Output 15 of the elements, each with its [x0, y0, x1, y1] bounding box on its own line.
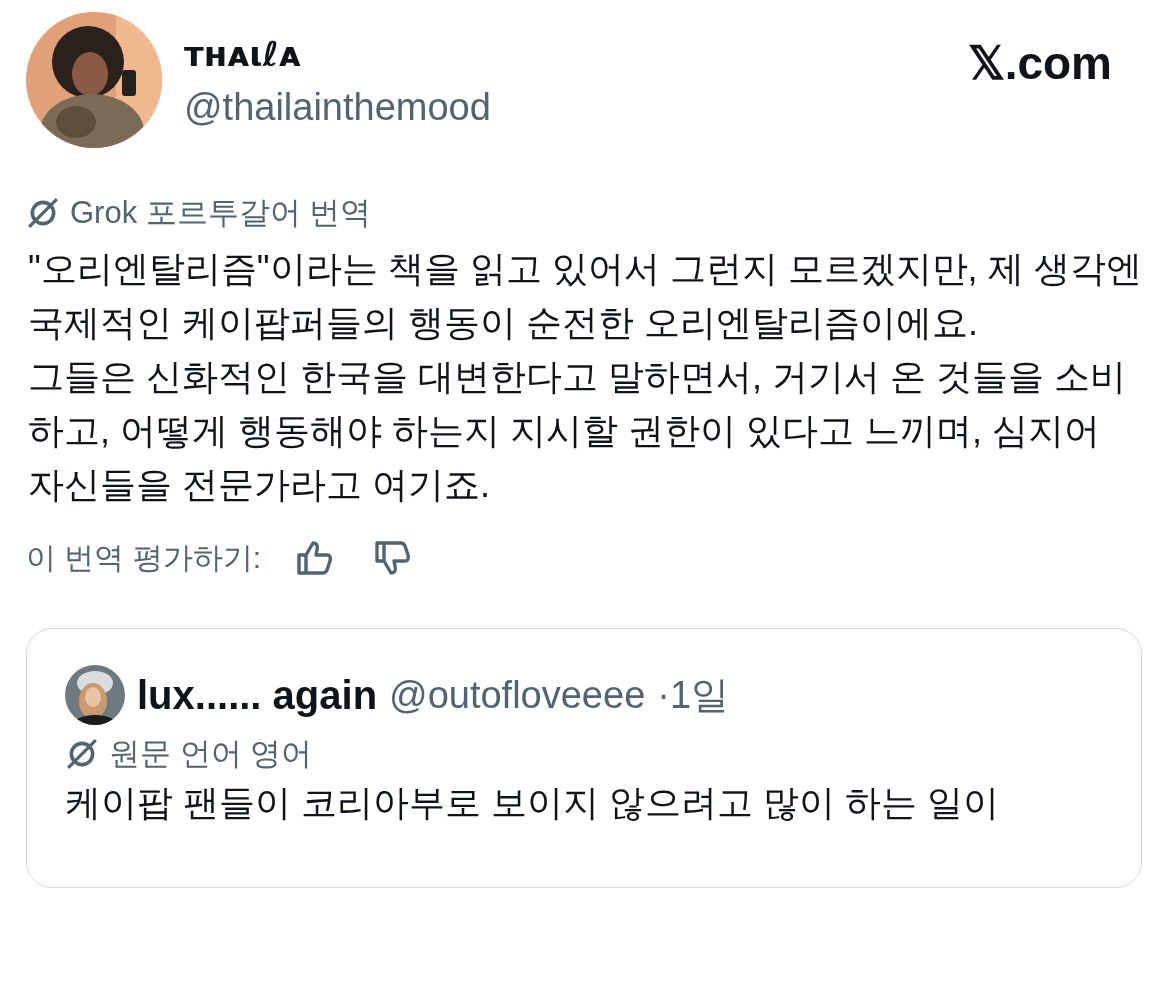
- user-handle: @thailainthemood: [184, 86, 491, 129]
- display-name: ᴛʜᴀιℓᴀ: [184, 34, 302, 74]
- quoted-tweet-card[interactable]: lux...... again @outofloveeee ·1일 원문 언어 영어 케이팝 팬들이 코리아부로 보이지 않으려고 많이 하는 일이: [26, 628, 1142, 888]
- tweet-text: 그들은 신화적인 한국을 대변한다고 말하면서, 거기서 온 것들을 소비하고, 어떻게 행동해야 하는지 지시할 권한이 있다고 느끼며, 심지어 자신들을 전문가라고 여기죠.: [28, 355, 1128, 507]
- grok-icon: [26, 196, 60, 230]
- rating-label: 이 번역 평가하기:: [26, 539, 261, 576]
- quoted-user-handle: @outofloveeee: [389, 673, 646, 717]
- post-time: ·1일: [657, 672, 730, 718]
- translation-label: Grok 포르투갈어 번역: [70, 194, 372, 232]
- quoted-display-name: lux...... again: [137, 672, 378, 718]
- tweet-text: "오리엔탈리즘"이라는 책을 읽고 있어서 그런지 모르겠지만, 제 생각엔 국제적인 케이팝퍼들의 행동이 순전한 오리엔탈리즘이에요.: [28, 247, 1142, 345]
- site-label: 𝕏.com: [967, 36, 1112, 90]
- original-language-label: 원문 언어 영어: [109, 735, 313, 773]
- grok-icon: [65, 737, 99, 771]
- quoted-tweet-text: 케이팝 팬들이 코리아부로 보이지 않으려고 많이 하는 일이: [65, 781, 1000, 825]
